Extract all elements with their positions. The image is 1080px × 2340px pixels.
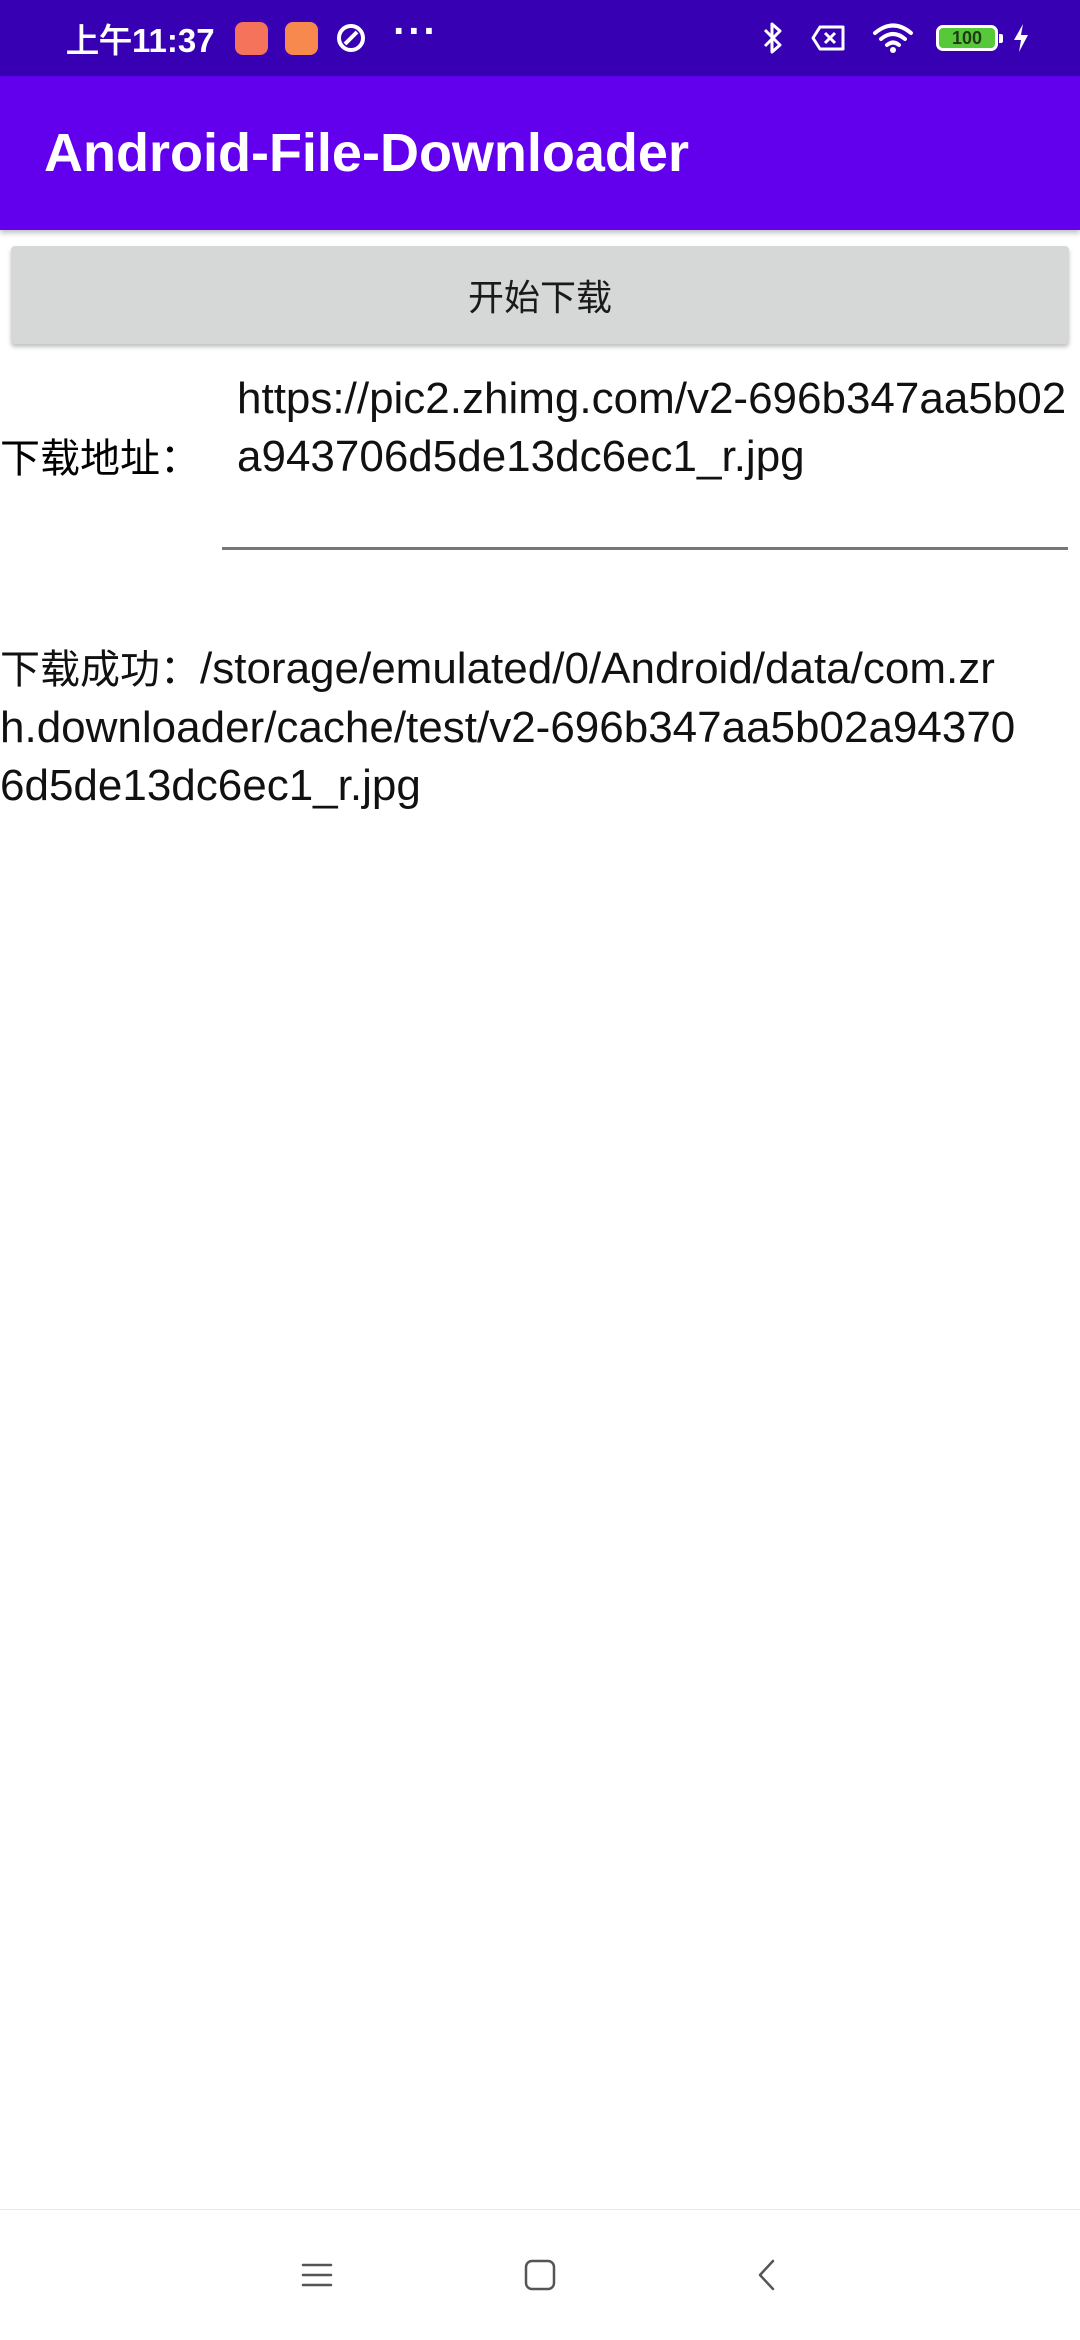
url-input[interactable]: https://pic2.zhimg.com/v2-696b347aa5b02a… xyxy=(222,370,1068,550)
back-button[interactable] xyxy=(707,2210,827,2340)
navigation-bar xyxy=(0,2209,1080,2340)
app-title: Android-File-Downloader xyxy=(44,123,689,183)
app-notification-icon xyxy=(234,21,268,55)
home-button[interactable] xyxy=(480,2210,600,2340)
ring-icon xyxy=(336,24,365,52)
bluetooth-icon xyxy=(763,22,782,54)
no-sim-icon xyxy=(811,25,845,51)
app-bar: Android-File-Downloader xyxy=(0,76,1080,230)
status-left: 上午11:37 ··· xyxy=(66,0,438,76)
url-input-text[interactable]: https://pic2.zhimg.com/v2-696b347aa5b02a… xyxy=(237,370,1067,486)
home-icon xyxy=(524,2259,556,2291)
menu-icon xyxy=(301,2263,333,2287)
back-icon xyxy=(758,2259,775,2291)
battery-level: 100 xyxy=(951,28,983,48)
battery-icon: 100 xyxy=(936,25,1003,51)
more-notifications-icon: ··· xyxy=(392,12,439,50)
wifi-icon xyxy=(873,23,913,53)
status-bar: 上午11:37 ··· 100 xyxy=(0,0,1080,76)
status-time: 上午11:37 xyxy=(66,22,215,59)
result-label: 下载成功： xyxy=(0,647,200,693)
url-label: 下载地址： xyxy=(0,436,200,482)
app-notification-icon-2 xyxy=(284,21,318,55)
download-result: 下载成功：/storage/emulated/0/Android/data/co… xyxy=(0,640,1020,815)
menu-button[interactable] xyxy=(257,2210,377,2340)
start-download-button[interactable]: 开始下载 xyxy=(11,246,1069,344)
status-right: 100 xyxy=(736,0,1030,76)
charging-icon xyxy=(1014,24,1028,52)
